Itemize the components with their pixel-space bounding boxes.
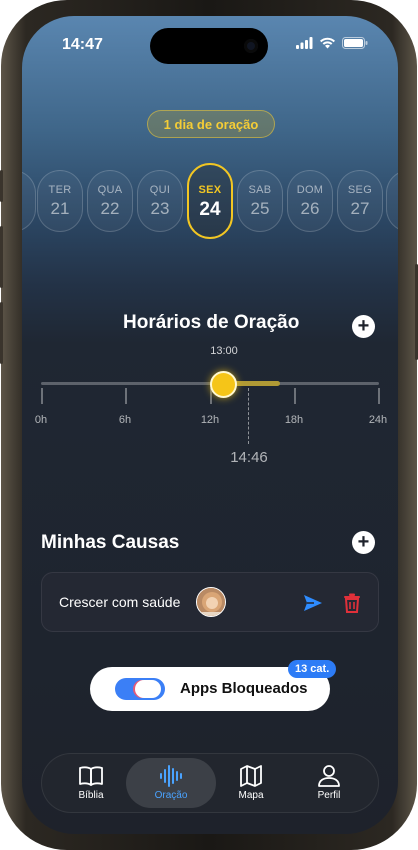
current-time-label: 14:46 (230, 449, 268, 466)
day-item-thu[interactable]: QUI 23 (137, 170, 183, 232)
blocked-apps-label: Apps Bloqueados (180, 680, 308, 697)
add-prayer-time-button[interactable]: + (352, 315, 375, 338)
tab-mapa[interactable]: Mapa (212, 758, 290, 808)
day-name: QUI (149, 184, 171, 196)
timeline-tick (378, 388, 380, 404)
day-name: SEG (347, 184, 373, 196)
tab-label: Perfil (317, 790, 341, 801)
map-icon (240, 765, 262, 787)
dynamic-island (150, 28, 268, 64)
camera-icon (244, 39, 258, 53)
status-icons (296, 37, 368, 49)
timeline-label: 18h (284, 414, 304, 426)
day-item-wed[interactable]: QUA 22 (87, 170, 133, 232)
tab-label: Mapa (238, 790, 264, 801)
day-number: 22 (100, 199, 120, 218)
tab-bar: Bíblia Oração Mapa Perfil (41, 753, 379, 813)
cause-card[interactable]: Crescer com saúde (41, 572, 379, 632)
day-number: 27 (350, 199, 370, 218)
toggle-knob (135, 680, 161, 698)
blocked-apps-toggle[interactable] (115, 678, 165, 700)
plus-icon: + (357, 531, 370, 553)
day-item-fri-selected[interactable]: SEX 24 (187, 163, 233, 239)
trash-icon[interactable] (342, 592, 362, 614)
day-name: SAB (248, 184, 272, 196)
day-number: 25 (250, 199, 270, 218)
day-number: 26 (300, 199, 320, 218)
week-day-selector: TER 21 QUA 22 QUI 23 SEX 24 SAB 25 DOM 26 SEG 2… (22, 163, 398, 239)
tab-oracao[interactable]: Oração (126, 758, 216, 808)
tab-label: Oração (154, 790, 188, 801)
day-name: SEX (198, 184, 222, 196)
app-screen: 14:47 1 dia de oração TER 21 QUA 22 QUI … (22, 16, 398, 834)
day-number: 24 (199, 199, 221, 220)
prayer-times-title: Horários de Oração (123, 312, 300, 333)
timeline-label: 6h (118, 414, 132, 426)
day-item-sat[interactable]: SAB 25 (237, 170, 283, 232)
day-item[interactable] (22, 170, 36, 232)
day-number: 21 (50, 199, 70, 218)
avatar (196, 587, 226, 617)
timeline-tick (41, 388, 43, 404)
cellular-signal-icon (296, 37, 313, 49)
day-item-sun[interactable]: DOM 26 (287, 170, 333, 232)
timeline-tick (294, 388, 296, 404)
day-item-tue[interactable]: TER 21 (37, 170, 83, 232)
book-icon (79, 766, 103, 786)
blocked-categories-badge: 13 cat. (288, 660, 337, 678)
timeline-label: 24h (368, 414, 388, 426)
current-time-indicator (248, 388, 249, 444)
prayer-time-handle[interactable] (210, 371, 237, 398)
waveform-icon (160, 765, 182, 787)
selected-time-label: 13:00 (210, 345, 238, 357)
day-item[interactable] (386, 170, 398, 232)
day-name: DOM (296, 184, 324, 196)
day-name: TER (48, 184, 72, 196)
volume-up-button (0, 226, 3, 288)
volume-down-button (0, 302, 3, 364)
day-item-mon[interactable]: SEG 27 (337, 170, 383, 232)
send-icon[interactable] (302, 592, 324, 614)
battery-icon (342, 37, 368, 49)
cause-text: Crescer com saúde (59, 594, 181, 610)
tab-perfil[interactable]: Perfil (290, 758, 368, 808)
timeline-tick (125, 388, 127, 404)
mute-switch (0, 170, 3, 202)
phone-frame: 14:47 1 dia de oração TER 21 QUA 22 QUI … (0, 0, 418, 850)
tab-biblia[interactable]: Bíblia (52, 758, 130, 808)
status-time: 14:47 (62, 36, 103, 53)
prayer-timeline: 13:00 0h 6h 12h 18h 24h 14:46 (22, 336, 398, 476)
add-cause-button[interactable]: + (352, 531, 375, 554)
plus-icon: + (357, 315, 370, 337)
timeline-label: 0h (34, 414, 48, 426)
streak-badge[interactable]: 1 dia de oração (147, 110, 275, 138)
causes-title: Minhas Causas (41, 532, 180, 553)
person-icon (318, 765, 340, 787)
tab-label: Bíblia (78, 790, 104, 801)
wifi-icon (320, 37, 335, 49)
day-number: 23 (150, 199, 170, 218)
timeline-label: 12h (200, 414, 220, 426)
day-name: QUA (97, 184, 123, 196)
